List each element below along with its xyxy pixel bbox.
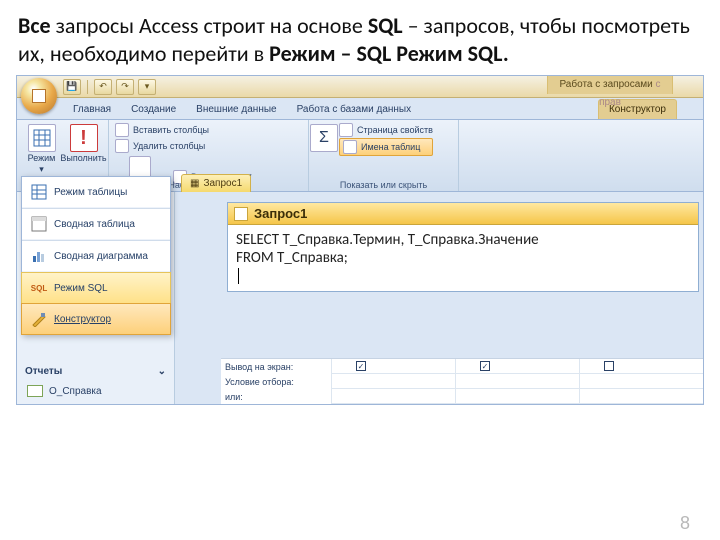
table-names-button[interactable]: Имена таблиц [339,138,433,156]
context-tab-title: Работа с запросами с прав [547,76,673,94]
nav-section[interactable]: Отчеты ⌄ [17,362,174,381]
view-mode-menu: Режим таблицы Сводная таблица Сводная ди… [21,176,171,335]
query-icon: ▦ [190,178,199,189]
propsheet-icon [339,123,353,137]
t: SQL [368,12,403,39]
office-button[interactable] [21,78,57,114]
tab-external[interactable]: Внешние данные [186,100,286,119]
run-icon: ! [70,124,98,152]
menu-design-view[interactable]: Конструктор [21,303,171,335]
menu-label: Режим таблицы [54,187,127,198]
title-bar: 💾 ↶ ↷ ▾ Работа с запросами с прав [17,76,703,98]
delete-col-icon [115,139,129,153]
sql-window: Запрос1 SELECT Т_Справка.Термин, Т_Справ… [227,202,699,292]
insert-col-icon [115,123,129,137]
access-window: 💾 ↶ ↷ ▾ Работа с запросами с прав Главна… [16,75,704,405]
datasheet-icon [28,124,56,152]
insert-cols-button[interactable]: Вставить столбцы [115,122,209,138]
delete-cols-button[interactable]: Удалить столбцы [115,138,205,154]
nav-item-report[interactable]: О_Справка [17,381,174,401]
sql-line: FROM Т_Справка; [236,249,690,267]
totals-button[interactable]: Σ [313,122,335,156]
office-logo-icon [32,89,46,103]
t: Режим – SQL Режим SQL. [269,40,509,67]
sql-window-title: Запрос1 [254,206,307,221]
grid-cell[interactable]: ✓ [455,359,579,374]
grid-cell[interactable] [331,389,455,404]
sigma-icon: Σ [310,124,338,152]
menu-pivot-chart[interactable]: Сводная диаграмма [22,241,170,272]
t: Все [18,12,51,39]
text-cursor [238,268,239,284]
menu-pivot-table[interactable]: Сводная таблица [22,209,170,240]
page-number: 8 [680,513,690,534]
grid-cell[interactable] [579,389,703,404]
menu-label: Конструктор [54,314,111,325]
grid-row-or: или: [221,389,331,404]
menu-datasheet-view[interactable]: Режим таблицы [22,177,170,208]
menu-label: Сводная таблица [54,219,135,230]
slide-heading: Все запросы Access строит на основе SQL … [0,0,720,69]
grid-cell[interactable] [455,389,579,404]
tab-create[interactable]: Создание [121,100,186,119]
menu-sql-view[interactable]: SQL Режим SQL [21,272,171,304]
checkbox-icon[interactable] [604,361,614,371]
run-button[interactable]: ! Выполнить [63,122,105,175]
checkbox-checked-icon[interactable]: ✓ [480,361,490,371]
datasheet-icon [30,183,48,201]
sql-line: SELECT Т_Справка.Термин, Т_Справка.Значе… [236,231,690,249]
qat-save-button[interactable]: 💾 [63,79,81,95]
show-table-icon [129,156,151,178]
tab-home[interactable]: Главная [63,100,121,119]
qat-undo-button[interactable]: ↶ [94,79,112,95]
menu-label: Режим SQL [54,283,108,294]
group-label: Показать или скрыть [309,180,458,190]
t: запросы Access строит на основе [51,12,368,39]
tablenames-icon [343,140,357,154]
sql-icon: SQL [30,279,48,297]
pivot-table-icon [30,215,48,233]
mode-button[interactable]: Режим▾ [21,122,63,175]
sql-editor[interactable]: SELECT Т_Справка.Термин, Т_Справка.Значе… [228,225,698,291]
qat-more-button[interactable]: ▾ [138,79,156,95]
qbe-grid: Вывод на экран: ✓ ✓ Условие отбора: или: [221,358,703,404]
grid-cell[interactable] [579,374,703,389]
report-icon [27,385,43,397]
grid-cell[interactable] [331,374,455,389]
sql-window-titlebar[interactable]: Запрос1 [228,203,698,225]
tab-dbtools[interactable]: Работа с базами данных [287,100,422,119]
query-icon [234,207,248,221]
grid-cell[interactable] [455,374,579,389]
document-tab[interactable]: ▦Запрос1 [181,174,251,192]
qat-sep [87,80,88,94]
grid-row-criteria: Условие отбора: [221,374,331,389]
menu-label: Сводная диаграмма [54,251,148,262]
checkbox-checked-icon[interactable]: ✓ [356,361,366,371]
work-area: ▦Запрос1 Запрос1 SELECT Т_Справка.Термин… [175,192,703,404]
grid-cell[interactable] [579,359,703,374]
grid-cell[interactable]: ✓ [331,359,455,374]
pivot-chart-icon [30,247,48,265]
qat-redo-button[interactable]: ↷ [116,79,134,95]
prop-sheet-button[interactable]: Страница свойств [339,122,433,138]
grid-row-show: Вывод на экран: [221,359,331,374]
design-icon [30,310,48,328]
